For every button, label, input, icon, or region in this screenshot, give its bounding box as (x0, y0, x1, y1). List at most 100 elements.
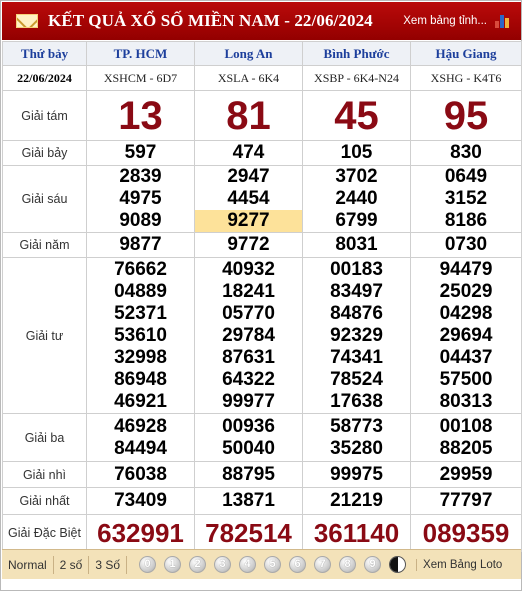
prize-number: 46921 (114, 390, 167, 412)
prize-number: 45 (302, 90, 411, 141)
province-long-an[interactable]: Long An (194, 41, 303, 66)
digit-button[interactable]: 1 (164, 556, 182, 573)
prize-row-g1: Giải nhất 73409 13871 21219 77797 (2, 487, 522, 515)
prize-number: 94479 (439, 258, 493, 280)
bar-chart-icon[interactable] (495, 14, 509, 28)
prize-cell: 2947 4454 9277 (194, 165, 303, 233)
prize-number: 00183 (330, 258, 383, 280)
prize-number: 80313 (439, 390, 493, 412)
digit-button[interactable]: 4 (239, 556, 257, 573)
prize-number: 0649 (444, 166, 488, 187)
prize-number: 9772 (194, 232, 303, 258)
prize-row-special: Giải Đặc Biệt 632991 782514 361140 08935… (2, 514, 522, 552)
special-prize-number: 361140 (302, 514, 411, 552)
prize-row-g3: Giải ba 46928 84494 00936 50040 58773 35… (2, 413, 522, 462)
prize-number: 87631 (222, 346, 275, 368)
prize-number: 81 (194, 90, 303, 141)
prize-number: 2947 (227, 166, 270, 187)
prize-number: 04889 (114, 280, 167, 302)
prize-number: 25029 (439, 280, 493, 302)
yin-yang-icon[interactable] (389, 556, 407, 573)
page-title: KẾT QUẢ XỔ SỐ MIỀN NAM - 22/06/2024 (48, 11, 373, 30)
prize-number: 58773 (330, 415, 383, 437)
special-prize-number: 632991 (86, 514, 195, 552)
prize-number: 86948 (114, 368, 167, 390)
prize-label: Giải tám (2, 90, 87, 141)
prize-number: 84494 (114, 437, 167, 459)
prize-number: 50040 (222, 437, 275, 459)
code-row: 22/06/2024 XSHCM - 6D7 XSLA - 6K4 XSBP -… (2, 65, 522, 91)
prize-number: 76662 (114, 258, 167, 280)
footer-toolbar: Normal 2 số 3 Số 0 1 2 3 4 5 6 7 8 9 Xem… (2, 549, 521, 579)
prize-label: Giải tư (2, 257, 87, 414)
prize-number: 00108 (439, 415, 493, 437)
prize-number: 13871 (194, 487, 303, 515)
title-bar: KẾT QUẢ XỔ SỐ MIỀN NAM - 22/06/2024 Xem … (2, 2, 521, 40)
prize-row-g5: Giải năm 9877 9772 8031 0730 (2, 232, 522, 258)
province-binh-phuoc[interactable]: Bình Phước (302, 41, 411, 66)
digit-button[interactable]: 9 (364, 556, 382, 573)
prize-number: 3152 (444, 188, 488, 209)
view-loto-link[interactable]: Xem Bảng Loto (416, 558, 502, 571)
lottery-widget: KẾT QUẢ XỔ SỐ MIỀN NAM - 22/06/2024 Xem … (0, 0, 522, 591)
province-hau-giang[interactable]: Hậu Giang (410, 41, 522, 66)
prize-cell: 0649 3152 8186 (410, 165, 522, 233)
prize-number: 88205 (439, 437, 493, 459)
prize-number: 21219 (302, 487, 411, 515)
prize-cell: 2839 4975 9089 (86, 165, 195, 233)
digit-button[interactable]: 6 (289, 556, 307, 573)
prize-cell: 76662 04889 52371 53610 32998 86948 4692… (86, 257, 195, 414)
prize-number: 52371 (114, 302, 167, 324)
prize-number: 4975 (119, 188, 162, 209)
prize-label: Giải nhất (2, 487, 87, 515)
mail-icon (16, 14, 38, 28)
prize-number: 77797 (410, 487, 522, 515)
prize-number: 29959 (410, 461, 522, 488)
prize-cell: 58773 35280 (302, 413, 411, 462)
prize-number: 53610 (114, 324, 167, 346)
ticket-code: XSBP - 6K4-N24 (302, 65, 411, 91)
prize-number: 13 (86, 90, 195, 141)
prize-number: 84876 (330, 302, 383, 324)
prize-cell: 94479 25029 04298 29694 04437 57500 8031… (410, 257, 522, 414)
prize-number: 830 (410, 140, 522, 166)
prize-cell: 3702 2440 6799 (302, 165, 411, 233)
prize-number: 8031 (302, 232, 411, 258)
prize-number: 9089 (119, 210, 162, 231)
prize-number: 76038 (86, 461, 195, 488)
prize-number: 04298 (439, 302, 493, 324)
prize-label: Giải bảy (2, 140, 87, 166)
special-prize-number: 089359 (410, 514, 522, 552)
special-prize-number: 782514 (194, 514, 303, 552)
digit-button[interactable]: 3 (214, 556, 232, 573)
province-tp-hcm[interactable]: TP. HCM (86, 41, 195, 66)
prize-cell: 00108 88205 (410, 413, 522, 462)
prize-number: 92329 (330, 324, 383, 346)
option-3-digits[interactable]: 3 Số (89, 555, 128, 574)
option-2-digits[interactable]: 2 số (54, 555, 90, 574)
ticket-code: XSHG - K4T6 (410, 65, 522, 91)
prize-number: 64322 (222, 368, 275, 390)
prize-number: 74341 (330, 346, 383, 368)
prize-number: 29784 (222, 324, 275, 346)
prize-number: 0730 (410, 232, 522, 258)
option-normal[interactable]: Normal (2, 555, 54, 574)
digit-button[interactable]: 0 (139, 556, 157, 573)
prize-label: Giải Đặc Biệt (2, 514, 87, 552)
digit-button[interactable]: 7 (314, 556, 332, 573)
prize-number: 3702 (335, 166, 378, 187)
prize-number: 99975 (302, 461, 411, 488)
prize-number: 83497 (330, 280, 383, 302)
digit-button[interactable]: 5 (264, 556, 282, 573)
prize-cell: 00936 50040 (194, 413, 303, 462)
prize-number: 2440 (335, 188, 378, 209)
prize-label: Giải sáu (2, 165, 87, 233)
prize-cell: 46928 84494 (86, 413, 195, 462)
prize-number: 4454 (227, 188, 270, 209)
prize-number: 597 (86, 140, 195, 166)
digit-button[interactable]: 8 (339, 556, 357, 573)
view-province-table-link[interactable]: Xem bảng tỉnh... (403, 15, 487, 27)
prize-label: Giải nhì (2, 461, 87, 488)
prize-row-g8: Giải tám 13 81 45 95 (2, 90, 522, 141)
digit-button[interactable]: 2 (189, 556, 207, 573)
